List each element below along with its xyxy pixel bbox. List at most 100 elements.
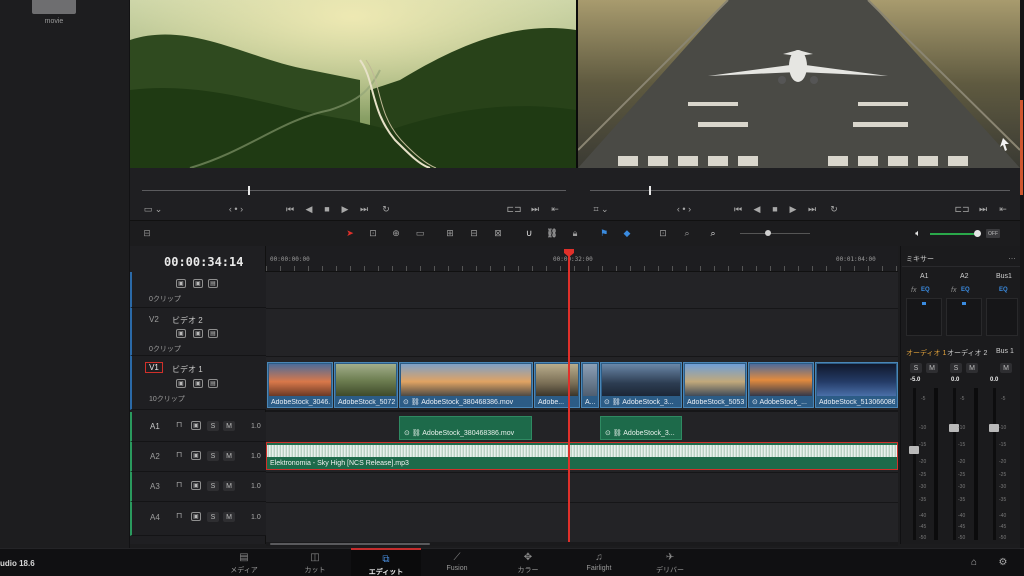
- prev-edit-icon[interactable]: ⏭: [530, 204, 540, 214]
- play-reverse-icon[interactable]: ◀: [304, 204, 314, 214]
- track-a4-solo-button[interactable]: S: [207, 512, 219, 522]
- trim-tool-icon[interactable]: ⊡: [366, 226, 380, 240]
- timeline-go-to-end-icon[interactable]: ⏭: [806, 204, 818, 214]
- track-a4-lock-icon[interactable]: ⊓: [176, 512, 182, 520]
- video-clip[interactable]: Adobe...: [534, 362, 580, 408]
- viewer-size-icon[interactable]: ▭ ⌄: [142, 204, 164, 214]
- track-lock-icon[interactable]: ▣: [176, 279, 186, 288]
- eq-button[interactable]: EQ: [921, 287, 930, 293]
- timeline-view-options-icon[interactable]: ⊟: [140, 228, 154, 238]
- track-a3-lock-icon[interactable]: ⊓: [176, 481, 182, 489]
- source-scrubber[interactable]: [142, 190, 566, 191]
- mixer-solo-2[interactable]: S: [950, 363, 962, 373]
- timeline-stop-icon[interactable]: ■: [770, 204, 780, 214]
- zoom-full-icon[interactable]: ⊡: [656, 226, 670, 240]
- match-frame-icon[interactable]: ⇤: [550, 204, 560, 214]
- media-thumbnail[interactable]: [32, 0, 76, 14]
- speaker-icon[interactable]: 🔈︎: [912, 228, 924, 238]
- track-a1-auto-select-icon[interactable]: ▣: [191, 421, 201, 430]
- timeline-playhead[interactable]: [649, 186, 651, 195]
- video-clip[interactable]: ⊙ ⛓ AdobeStock_3...: [600, 362, 682, 408]
- track-a2-mute-button[interactable]: M: [223, 451, 235, 461]
- tab-fusion[interactable]: ⟋ Fusion: [422, 548, 492, 576]
- timeline-timecode[interactable]: 00:00:34:14: [164, 255, 243, 269]
- timeline-scrollbar-thumb[interactable]: [270, 543, 430, 545]
- tab-media[interactable]: ▤ メディア: [209, 548, 279, 576]
- track-v1-visibility-icon[interactable]: ▤: [208, 379, 218, 388]
- track-a3-solo-button[interactable]: S: [207, 481, 219, 491]
- track-v1-id[interactable]: V1: [145, 362, 163, 373]
- track-v1-name[interactable]: ビデオ 1: [172, 364, 203, 375]
- video-clip[interactable]: ⊙ AdobeStock_...: [748, 362, 814, 408]
- timeline-loop-icon[interactable]: ↻: [828, 204, 840, 214]
- zoom-custom-icon[interactable]: ⌕: [706, 226, 720, 240]
- tab-cut[interactable]: ◫ カット: [280, 548, 350, 576]
- timeline-mark-icon[interactable]: ⊏⊐: [954, 204, 969, 214]
- insert-clip-icon[interactable]: ⊞: [443, 226, 457, 240]
- track-a1-lock-icon[interactable]: ⊓: [176, 421, 182, 429]
- dim-button[interactable]: OFF: [986, 229, 1000, 238]
- fx-label[interactable]: fx: [951, 287, 956, 294]
- position-lock-icon[interactable]: 🔒︎: [568, 226, 582, 240]
- eq-button[interactable]: EQ: [961, 287, 970, 293]
- home-icon[interactable]: ⌂: [968, 557, 980, 569]
- volume-knob[interactable]: [974, 230, 981, 237]
- music-clip[interactable]: Elektronomia - Sky High [NCS Release].mp…: [266, 442, 898, 470]
- timeline-match-frame-icon[interactable]: ⇤: [998, 204, 1008, 214]
- timeline-go-to-start-icon[interactable]: ⏮: [732, 204, 744, 214]
- track-a1-mute-button[interactable]: M: [223, 421, 235, 431]
- volume-slider[interactable]: [930, 233, 978, 235]
- track-a3-auto-select-icon[interactable]: ▣: [191, 481, 201, 490]
- track-a3-mute-button[interactable]: M: [223, 481, 235, 491]
- track-a1-solo-button[interactable]: S: [207, 421, 219, 431]
- loop-icon[interactable]: ↻: [380, 204, 392, 214]
- jog-icon[interactable]: ‹ • ›: [222, 204, 250, 214]
- timeline-viewer-size-icon[interactable]: ⌗ ⌄: [590, 204, 612, 214]
- mixer-options-icon[interactable]: …: [1008, 252, 1016, 261]
- mark-clip-icon[interactable]: ⊏⊐: [506, 204, 521, 214]
- track-auto-select-icon[interactable]: ▣: [193, 279, 203, 288]
- timeline-play-reverse-icon[interactable]: ◀: [752, 204, 762, 214]
- track-visibility-icon[interactable]: ▤: [208, 279, 218, 288]
- video-clip[interactable]: AdobeStock_5072...: [334, 362, 398, 408]
- audio-clip[interactable]: ⊙ ⛓ AdobeStock_380468386.mov: [399, 416, 532, 440]
- track-v2-visibility-icon[interactable]: ▤: [208, 329, 218, 338]
- timeline-playhead-line[interactable]: [568, 256, 570, 544]
- go-to-start-icon[interactable]: ⏮: [284, 204, 296, 214]
- blade-tool-icon[interactable]: ▭: [413, 226, 427, 240]
- gear-icon[interactable]: ⚙: [997, 557, 1009, 569]
- overwrite-clip-icon[interactable]: ⊟: [467, 226, 481, 240]
- video-clip[interactable]: A...: [581, 362, 599, 408]
- tab-fairlight[interactable]: ♫ Fairlight: [564, 548, 634, 576]
- mixer-solo-1[interactable]: S: [910, 363, 922, 373]
- track-a2-auto-select-icon[interactable]: ▣: [191, 451, 201, 460]
- track-a4-mute-button[interactable]: M: [223, 512, 235, 522]
- stop-icon[interactable]: ■: [322, 204, 332, 214]
- video-clip[interactable]: AdobeStock_5053...: [683, 362, 747, 408]
- play-icon[interactable]: ▶: [340, 204, 350, 214]
- timeline-scrubber[interactable]: [590, 190, 1010, 191]
- timeline-next-edit-icon[interactable]: ⏭: [978, 204, 988, 214]
- source-viewer[interactable]: [130, 0, 576, 168]
- link-icon[interactable]: ⛓: [545, 226, 559, 240]
- zoom-slider-knob[interactable]: [765, 230, 771, 236]
- source-playhead[interactable]: [248, 186, 250, 195]
- flag-icon[interactable]: ⚑: [597, 226, 611, 240]
- video-clip[interactable]: AdobeStock_513066086...: [815, 362, 898, 408]
- timeline-viewer[interactable]: [578, 0, 1020, 168]
- track-v1-lock-icon[interactable]: ▣: [176, 379, 186, 388]
- track-v2-auto-select-icon[interactable]: ▣: [193, 329, 203, 338]
- selection-tool-icon[interactable]: ➤: [343, 226, 357, 240]
- fader-knob-1[interactable]: [909, 446, 919, 454]
- fx-label[interactable]: fx: [911, 287, 916, 294]
- go-to-end-icon[interactable]: ⏭: [358, 204, 370, 214]
- video-clip[interactable]: AdobeStock_3046...: [267, 362, 333, 408]
- audio-clip[interactable]: ⊙ ⛓ AdobeStock_3...: [600, 416, 682, 440]
- tab-deliver[interactable]: ✈ デリバー: [635, 548, 705, 576]
- eq-button[interactable]: EQ: [999, 287, 1008, 293]
- track-v2-lock-icon[interactable]: ▣: [176, 329, 186, 338]
- pan-control-bus1[interactable]: [986, 298, 1018, 336]
- track-a4-auto-select-icon[interactable]: ▣: [191, 512, 201, 521]
- mixer-mute-3[interactable]: M: [1000, 363, 1012, 373]
- timeline-jog-icon[interactable]: ‹ • ›: [670, 204, 698, 214]
